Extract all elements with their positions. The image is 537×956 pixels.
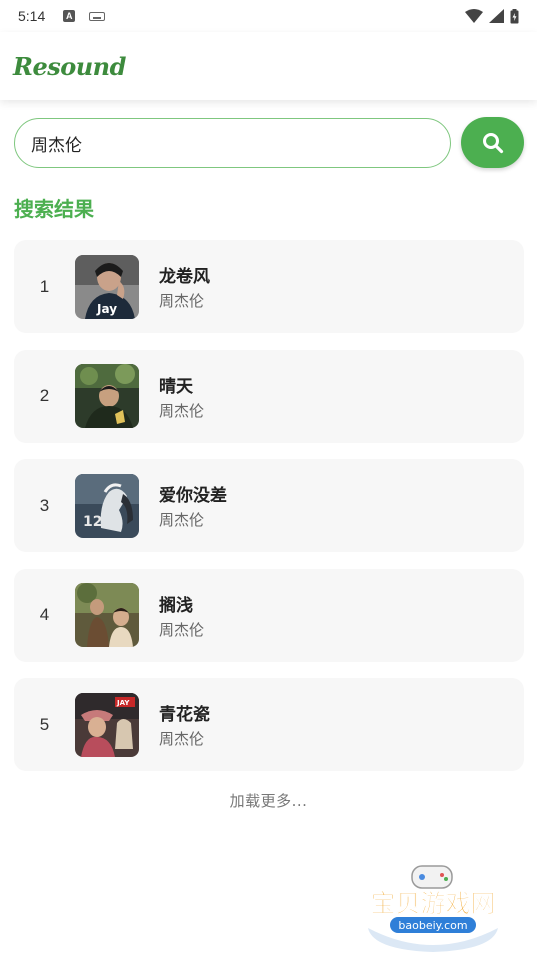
app-header: Resound	[0, 32, 537, 100]
svg-text:baobeiy.com: baobeiy.com	[398, 919, 467, 932]
result-rank: 3	[39, 495, 50, 515]
result-item[interactable]: 2 晴天 周杰伦	[14, 349, 524, 443]
album-cover	[75, 583, 139, 647]
album-cover: JAY	[75, 692, 139, 757]
battery-icon	[510, 8, 519, 23]
song-artist: 周杰伦	[159, 292, 205, 310]
wifi-icon	[465, 9, 483, 23]
song-title: 爱你没差	[159, 486, 227, 506]
result-rank: 5	[39, 714, 50, 734]
result-rank: 2	[39, 386, 50, 405]
result-item[interactable]: 1 Jay 龙卷风 周杰伦	[14, 240, 524, 333]
result-rank: 1	[39, 276, 50, 296]
search-row	[14, 117, 524, 169]
section-title: 搜索结果	[14, 197, 94, 221]
search-icon	[482, 132, 503, 153]
result-list: 1 Jay 龙卷风 周杰伦 2 晴天 周杰伦 3 12 爱你没差 周杰伦 4 搁…	[14, 240, 524, 788]
status-time: 5:14	[18, 8, 46, 24]
song-artist: 周杰伦	[159, 511, 205, 529]
album-cover: 12	[75, 473, 139, 538]
result-rank: 4	[39, 605, 50, 624]
song-artist: 周杰伦	[159, 620, 205, 639]
app-logo: Resound	[13, 51, 126, 81]
result-item[interactable]: 3 12 爱你没差 周杰伦	[14, 459, 524, 552]
song-title: 青花瓷	[159, 705, 210, 725]
a-icon: A	[63, 10, 76, 22]
result-item[interactable]: 4 搁浅 周杰伦	[14, 568, 524, 662]
load-more-button[interactable]: 加载更多...	[0, 790, 537, 811]
search-input[interactable]	[14, 118, 451, 168]
svg-text:12: 12	[83, 514, 102, 530]
album-cover	[75, 364, 139, 428]
keyboard-icon	[89, 11, 106, 21]
watermark-logo: 宝贝游戏网 baobeiy.com	[358, 862, 508, 952]
song-title: 龙卷风	[159, 267, 210, 287]
svg-text:宝贝游戏网: 宝贝游戏网	[370, 889, 495, 918]
signal-icon	[489, 9, 504, 23]
album-cover: Jay	[75, 254, 139, 319]
search-button[interactable]	[461, 117, 524, 168]
song-title: 搁浅	[159, 595, 193, 616]
status-bar: 5:14 A	[0, 0, 537, 32]
song-title: 晴天	[159, 376, 193, 397]
result-item[interactable]: 5 JAY 青花瓷 周杰伦	[14, 678, 524, 771]
song-artist: 周杰伦	[159, 401, 205, 420]
svg-text:JAY: JAY	[116, 699, 130, 707]
song-artist: 周杰伦	[159, 730, 205, 748]
svg-text:Jay: Jay	[96, 302, 117, 316]
